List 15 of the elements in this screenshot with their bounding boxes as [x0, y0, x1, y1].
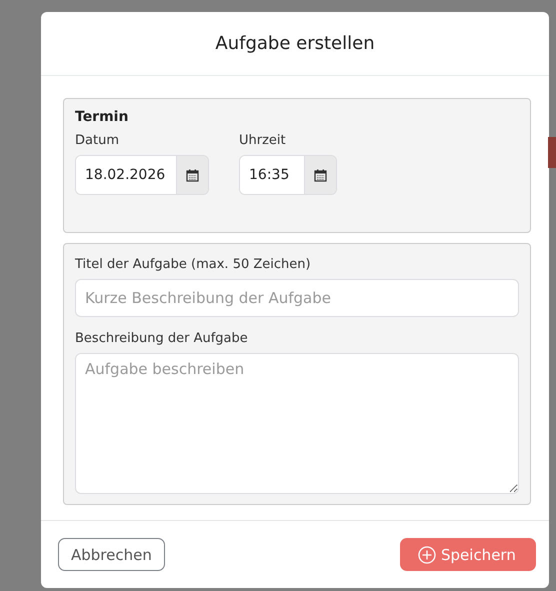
calendar-icon — [314, 168, 327, 182]
calendar-icon — [186, 168, 199, 182]
description-field[interactable]: Aufgabe beschreiben — [75, 353, 519, 494]
field-label: Datum — [75, 133, 120, 148]
section-heading: Termin — [75, 109, 130, 125]
cancel-button[interactable]: Abbrechen — [58, 538, 165, 571]
time-field[interactable]: 16:35 — [239, 155, 337, 195]
dialog-title: Aufgabe erstellen — [215, 33, 375, 54]
field-label: Titel der Aufgabe (max. 50 Zeichen) — [75, 257, 312, 272]
field-label: Uhrzeit — [239, 133, 287, 148]
date-field[interactable]: 18.02.2026 — [75, 155, 209, 195]
field-label: Beschreibung der Aufgabe — [75, 331, 249, 346]
page-banner — [548, 137, 556, 168]
title-field[interactable]: Kurze Beschreibung der Aufgabe — [75, 279, 519, 317]
plus-circle-icon — [418, 546, 436, 564]
